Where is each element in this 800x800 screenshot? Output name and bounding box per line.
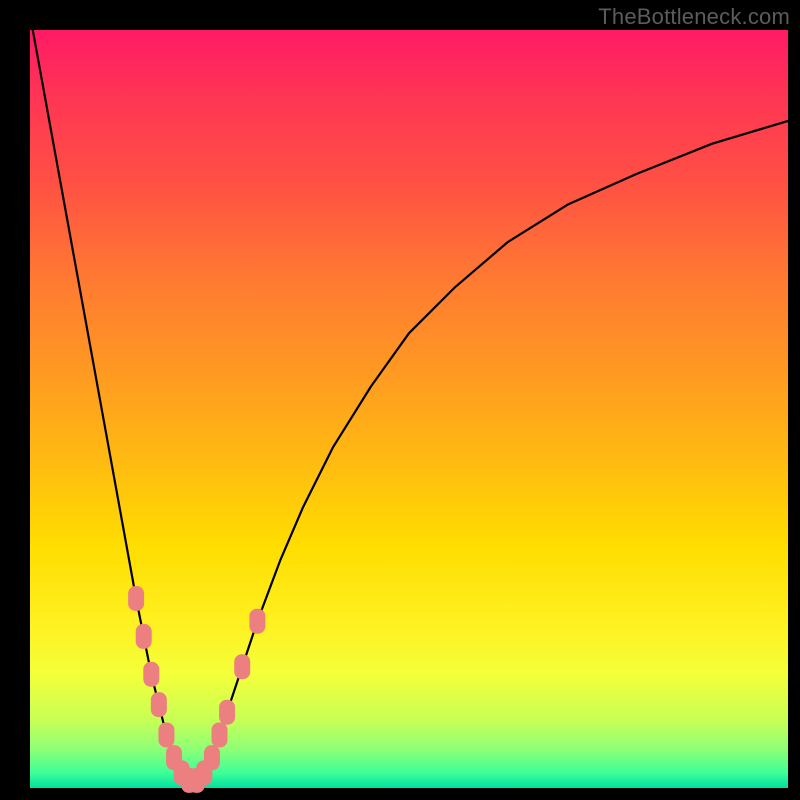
curve-marker [220, 700, 235, 724]
chart-svg [30, 30, 788, 788]
curve-marker [204, 746, 219, 770]
plot-area [30, 30, 788, 788]
curve-marker [250, 609, 265, 633]
bottleneck-curve [30, 15, 788, 781]
watermark-text: TheBottleneck.com [598, 4, 790, 30]
chart-frame: TheBottleneck.com [0, 0, 800, 800]
curve-marker [129, 587, 144, 611]
curve-marker [151, 693, 166, 717]
curve-marker [136, 624, 151, 648]
curve-marker [159, 723, 174, 747]
curve-marker [212, 723, 227, 747]
curve-markers [129, 587, 265, 793]
curve-marker [144, 662, 159, 686]
curve-marker [235, 655, 250, 679]
